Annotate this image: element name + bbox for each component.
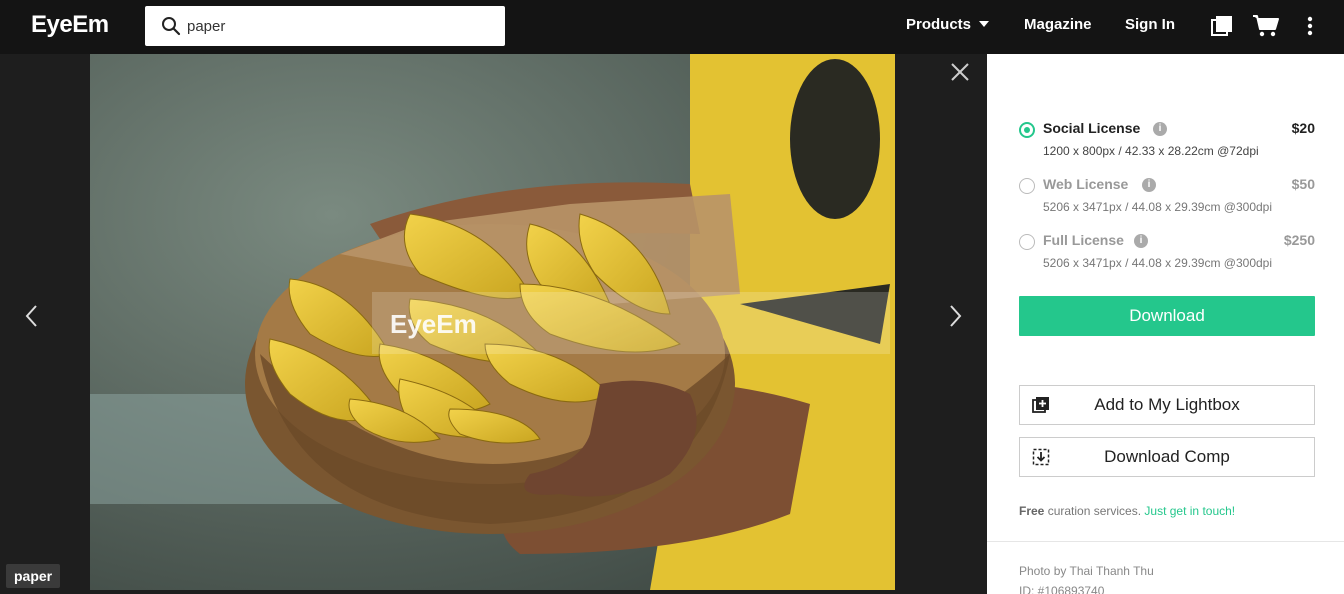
curation-free: Free xyxy=(1019,504,1045,518)
info-icon[interactable]: i xyxy=(1142,178,1156,192)
radio-button[interactable] xyxy=(1019,122,1035,138)
curation-note: Free curation services. Just get in touc… xyxy=(1019,504,1235,518)
info-icon[interactable]: i xyxy=(1153,122,1167,136)
add-lightbox-icon xyxy=(1032,397,1049,413)
license-name: Web License xyxy=(1043,176,1129,192)
image-viewer: EyeEm paper xyxy=(0,54,987,594)
license-panel: Social License i $20 1200 x 800px / 42.3… xyxy=(987,54,1344,594)
license-name: Full License xyxy=(1043,232,1124,248)
download-comp-button[interactable]: Download Comp xyxy=(1019,437,1315,477)
nav-magazine[interactable]: Magazine xyxy=(1024,16,1092,33)
license-size: 5206 x 3471px / 44.08 x 29.39cm @300dpi xyxy=(1043,200,1273,214)
search-icon xyxy=(162,17,181,36)
search-box[interactable] xyxy=(145,6,505,46)
lightbox-icon[interactable] xyxy=(1210,14,1234,38)
license-name: Social License xyxy=(1043,120,1141,136)
get-in-touch-link[interactable]: Just get in touch! xyxy=(1144,504,1235,518)
download-button[interactable]: Download xyxy=(1019,296,1315,336)
add-to-lightbox-button[interactable]: Add to My Lightbox xyxy=(1019,385,1315,425)
cart-icon[interactable] xyxy=(1252,14,1280,38)
add-to-lightbox-label: Add to My Lightbox xyxy=(1094,395,1240,414)
radio-button[interactable] xyxy=(1019,178,1035,194)
nav-products-label: Products xyxy=(906,16,972,33)
license-price: $20 xyxy=(1291,120,1315,136)
radio-button[interactable] xyxy=(1019,234,1035,250)
chevron-down-icon xyxy=(979,21,990,27)
photo-id: ID: #106893740 xyxy=(1019,584,1105,594)
nav-sign-in[interactable]: Sign In xyxy=(1125,16,1175,33)
tag-chip[interactable]: paper xyxy=(6,564,61,588)
chevron-right-icon[interactable] xyxy=(945,304,965,328)
download-comp-icon xyxy=(1032,448,1050,466)
nav-products[interactable]: Products xyxy=(906,16,990,33)
divider xyxy=(987,541,1344,542)
search-input[interactable] xyxy=(187,15,487,37)
bananas-basket-photo xyxy=(90,54,895,590)
license-size: 5206 x 3471px / 44.08 x 29.39cm @300dpi xyxy=(1043,256,1273,270)
license-price: $50 xyxy=(1291,176,1315,192)
more-vertical-icon[interactable] xyxy=(1302,14,1318,38)
photo-credit[interactable]: Photo by Thai Thanh Thu xyxy=(1019,564,1154,578)
top-bar: EyeEm Products Magazine Sign In xyxy=(0,0,1344,54)
info-icon[interactable]: i xyxy=(1134,234,1148,248)
photo[interactable]: EyeEm xyxy=(90,54,895,590)
curation-text: curation services. xyxy=(1044,504,1145,518)
eyeem-logo[interactable]: EyeEm xyxy=(31,11,109,39)
close-icon[interactable] xyxy=(950,62,970,82)
download-comp-label: Download Comp xyxy=(1104,447,1230,466)
chevron-left-icon[interactable] xyxy=(22,304,42,328)
license-size: 1200 x 800px / 42.33 x 28.22cm @72dpi xyxy=(1043,144,1259,158)
eyeem-watermark: EyeEm xyxy=(390,309,477,339)
license-price: $250 xyxy=(1283,232,1315,248)
